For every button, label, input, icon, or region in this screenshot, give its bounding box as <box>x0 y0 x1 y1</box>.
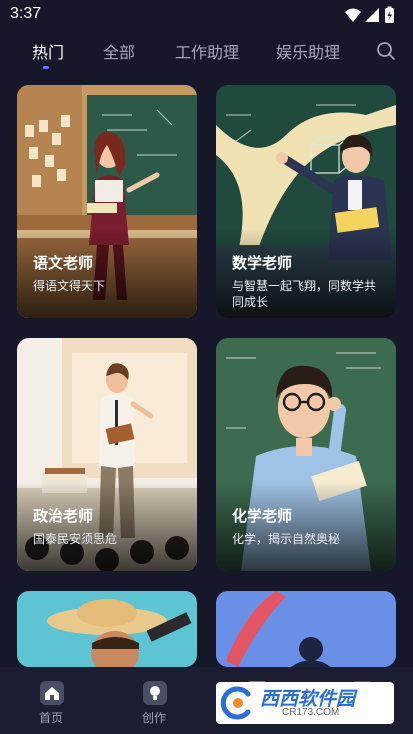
card-description: 与智慧一起飞翔，同数学共同成长 <box>232 279 377 309</box>
status-time: 3:37 <box>10 5 42 22</box>
watermark-logo-icon <box>220 686 251 720</box>
lightbulb-icon <box>143 681 167 705</box>
home-icon <box>40 681 64 705</box>
nav-home[interactable]: 首页 <box>21 677 81 727</box>
card-description: 得语文得天下 <box>33 279 106 293</box>
tab-hot[interactable]: 热门 <box>32 39 64 63</box>
card-title: 语文老师 <box>33 254 94 272</box>
nav-create[interactable]: 创作 <box>124 677 184 727</box>
assistant-card-politics-teacher[interactable]: 政治老师 国泰民安须思危 <box>17 338 197 571</box>
signal-icon <box>365 8 379 22</box>
card-title: 政治老师 <box>33 507 94 525</box>
writer-illustration <box>216 591 396 667</box>
status-bar: 3:37 <box>0 0 413 30</box>
tab-all[interactable]: 全部 <box>103 39 135 63</box>
tab-work-assistant[interactable]: 工作助理 <box>175 39 239 63</box>
watermark-url: CR173.COM <box>282 707 340 718</box>
card-description: 国泰民安须思危 <box>33 532 118 546</box>
assistant-card-writer[interactable] <box>216 591 396 667</box>
card-title: 数学老师 <box>232 254 293 272</box>
search-icon[interactable] <box>375 40 397 62</box>
explorer-illustration <box>17 591 197 667</box>
tab-entertainment-assistant[interactable]: 娱乐助理 <box>276 39 340 63</box>
card-description: 化学，揭示自然奥秘 <box>232 532 341 546</box>
assistant-card-chemistry-teacher[interactable]: 化学老师 化学，揭示自然奥秘 <box>216 338 396 571</box>
card-shade <box>17 228 197 318</box>
assistant-card-explorer[interactable] <box>17 591 197 667</box>
wifi-icon <box>345 8 361 22</box>
nav-create-label: 创作 <box>141 711 166 725</box>
category-tabs: 热门 全部 工作助理 娱乐助理 <box>0 30 413 74</box>
card-title: 化学老师 <box>232 507 293 525</box>
card-shade <box>216 481 396 571</box>
active-tab-indicator <box>43 66 49 69</box>
nav-home-label: 首页 <box>38 711 63 725</box>
watermark: 西西软件园 CR173.COM <box>216 682 394 724</box>
status-icons <box>345 6 394 23</box>
assistant-card-chinese-teacher[interactable]: 语文老师 得语文得天下 <box>17 85 197 318</box>
assistant-card-math-teacher[interactable]: 数学老师 与智慧一起飞翔，同数学共同成长 <box>216 85 396 318</box>
card-shade <box>17 481 197 571</box>
